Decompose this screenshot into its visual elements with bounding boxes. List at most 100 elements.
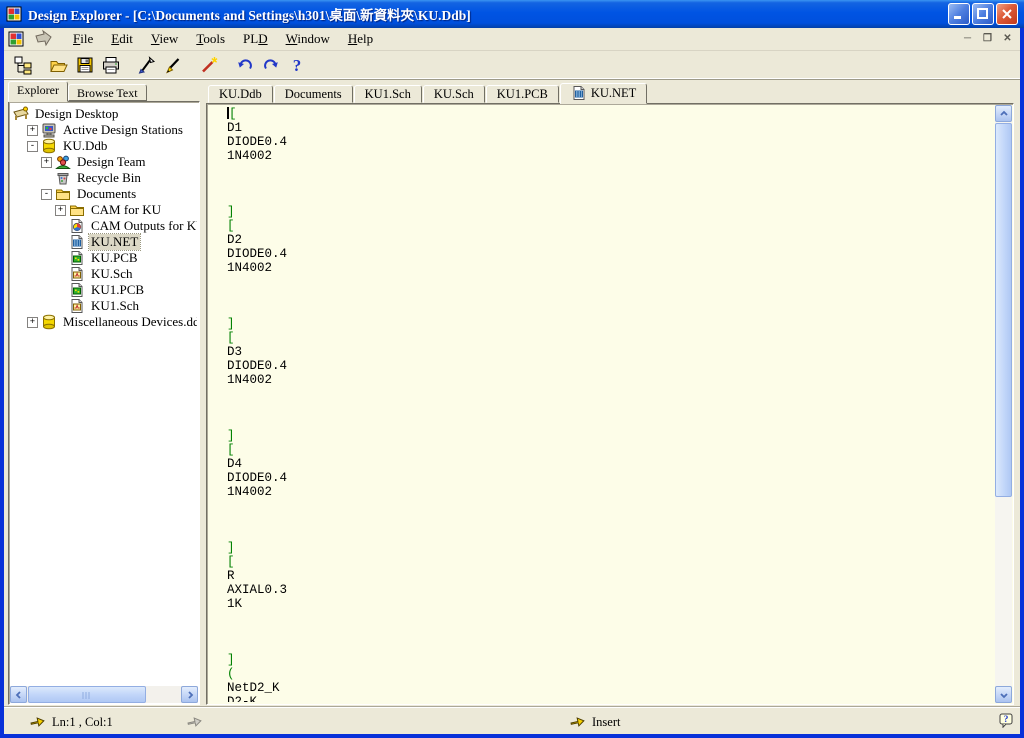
tree-item-recycle-bin[interactable]: Recycle Bin: [13, 170, 197, 186]
document-tab-ku1-sch[interactable]: KU1.Sch: [354, 85, 422, 103]
tree-item-miscellaneous-devices-ddb[interactable]: + Miscellaneous Devices.ddb: [13, 314, 197, 330]
expand-box[interactable]: +: [55, 205, 66, 216]
editor-line[interactable]: AXIAL0.3: [227, 583, 993, 597]
editor-line[interactable]: 1N4002: [227, 485, 993, 499]
editor-line[interactable]: [227, 163, 993, 177]
scroll-right-button[interactable]: [181, 686, 198, 703]
editor-line[interactable]: [227, 387, 993, 401]
editor-line[interactable]: [: [227, 555, 993, 569]
menu-window[interactable]: Window: [277, 29, 339, 49]
tree-item-label[interactable]: Miscellaneous Devices.ddb: [61, 314, 197, 330]
pen-tool-button[interactable]: [160, 53, 186, 77]
document-tab-ku1-pcb[interactable]: KU1.PCB: [486, 85, 559, 103]
editor-line[interactable]: [: [227, 331, 993, 345]
tree-item-label[interactable]: Design Team: [75, 154, 148, 170]
editor-line[interactable]: D2: [227, 233, 993, 247]
tree-item-cam-outputs-for-ku[interactable]: CAM Outputs for KU: [13, 218, 197, 234]
menu-view[interactable]: View: [142, 29, 187, 49]
editor-line[interactable]: [227, 191, 993, 205]
editor-line[interactable]: NetD2_K: [227, 681, 993, 695]
tree-item-ku-ddb[interactable]: -KU.Ddb: [13, 138, 197, 154]
tree-item-label[interactable]: Recycle Bin: [75, 170, 143, 186]
expand-box[interactable]: +: [27, 125, 38, 136]
editor-line[interactable]: [227, 289, 993, 303]
minimize-button[interactable]: [948, 3, 970, 25]
tree-item-label[interactable]: Documents: [75, 186, 138, 202]
explorer-panel-toggle-button[interactable]: [10, 53, 36, 77]
editor-line[interactable]: ]: [227, 205, 993, 219]
menu-edit[interactable]: Edit: [102, 29, 142, 49]
editor-line[interactable]: R: [227, 569, 993, 583]
tree-item-label[interactable]: KU.Sch: [89, 266, 135, 282]
expand-box[interactable]: +: [41, 157, 52, 168]
editor-line[interactable]: D4: [227, 457, 993, 471]
editor-line[interactable]: [227, 513, 993, 527]
down-arrow-menu-icon[interactable]: [34, 29, 54, 49]
menu-help[interactable]: Help: [339, 29, 382, 49]
tree-item-label[interactable]: KU1.PCB: [89, 282, 146, 298]
menu-file[interactable]: File: [64, 29, 102, 49]
editor-line[interactable]: [: [227, 107, 993, 121]
tree-item-label[interactable]: CAM Outputs for KU: [89, 218, 197, 234]
save-button[interactable]: [72, 53, 98, 77]
editor-line[interactable]: ]: [227, 317, 993, 331]
help-button[interactable]: ?: [284, 53, 310, 77]
editor-line[interactable]: DIODE0.4: [227, 247, 993, 261]
editor-line[interactable]: D2-K: [227, 695, 993, 702]
tree-item-ku-pcb[interactable]: KU.PCB: [13, 250, 197, 266]
editor-line[interactable]: ]: [227, 653, 993, 667]
editor-line[interactable]: DIODE0.4: [227, 359, 993, 373]
document-tab-ku-sch[interactable]: KU.Sch: [423, 85, 485, 103]
editor-line[interactable]: [: [227, 443, 993, 457]
close-button[interactable]: [996, 3, 1018, 25]
document-tab-documents[interactable]: Documents: [274, 85, 353, 103]
editor-line[interactable]: [227, 499, 993, 513]
editor-line[interactable]: D1: [227, 121, 993, 135]
tree-horizontal-scrollbar[interactable]: [10, 686, 198, 703]
tree-item-label[interactable]: CAM for KU: [89, 202, 163, 218]
collapse-box[interactable]: -: [41, 189, 52, 200]
panel-tab-explorer[interactable]: Explorer: [8, 81, 68, 102]
scroll-up-button[interactable]: [995, 105, 1012, 122]
maximize-button[interactable]: [972, 3, 994, 25]
mdi-restore-button[interactable]: ❐: [979, 32, 996, 47]
mdi-minimize-button[interactable]: ─: [959, 32, 976, 47]
document-tab-ku-net[interactable]: KU.NET: [560, 83, 647, 104]
tree-item-label[interactable]: KU.PCB: [89, 250, 140, 266]
editor-line[interactable]: [227, 401, 993, 415]
editor-line[interactable]: [227, 611, 993, 625]
panel-tab-browse-text[interactable]: Browse Text: [68, 84, 147, 101]
tree-item-label[interactable]: KU1.Sch: [89, 298, 141, 314]
knife-tool-button[interactable]: [134, 53, 160, 77]
tree-item-documents[interactable]: - Documents: [13, 186, 197, 202]
redo-button[interactable]: [258, 53, 284, 77]
editor-line[interactable]: 1K: [227, 597, 993, 611]
expand-box[interactable]: +: [27, 317, 38, 328]
scroll-down-button[interactable]: [995, 686, 1012, 703]
editor-line[interactable]: 1N4002: [227, 261, 993, 275]
tree-item-design-desktop[interactable]: Design Desktop: [13, 106, 197, 122]
scrollbar-thumb[interactable]: [28, 686, 146, 703]
document-tab-ku-ddb[interactable]: KU.Ddb: [208, 85, 273, 103]
titlebar[interactable]: Design Explorer - [C:\Documents and Sett…: [0, 0, 1024, 28]
editor-line[interactable]: [227, 275, 993, 289]
tree-item-ku-sch[interactable]: KU.Sch: [13, 266, 197, 282]
editor-line[interactable]: 1N4002: [227, 373, 993, 387]
help-balloon-icon[interactable]: ?: [999, 713, 1014, 732]
editor-vertical-scrollbar[interactable]: [995, 105, 1012, 703]
editor-line[interactable]: DIODE0.4: [227, 135, 993, 149]
tree-item-cam-for-ku[interactable]: + CAM for KU: [13, 202, 197, 218]
tree-item-active-design-stations[interactable]: + Active Design Stations: [13, 122, 197, 138]
editor-line[interactable]: [227, 625, 993, 639]
tree-item-label[interactable]: Design Desktop: [33, 106, 120, 122]
collapse-box[interactable]: -: [27, 141, 38, 152]
editor-line[interactable]: (: [227, 667, 993, 681]
tree-item-design-team[interactable]: + Design Team: [13, 154, 197, 170]
tree-item-ku1-pcb[interactable]: KU1.PCB: [13, 282, 197, 298]
editor-line[interactable]: [227, 415, 993, 429]
tree-item-ku1-sch[interactable]: KU1.Sch: [13, 298, 197, 314]
editor-line[interactable]: [: [227, 219, 993, 233]
tree-item-label[interactable]: Active Design Stations: [61, 122, 185, 138]
tree-item-label[interactable]: KU.NET: [89, 234, 140, 250]
open-document-button[interactable]: [46, 53, 72, 77]
